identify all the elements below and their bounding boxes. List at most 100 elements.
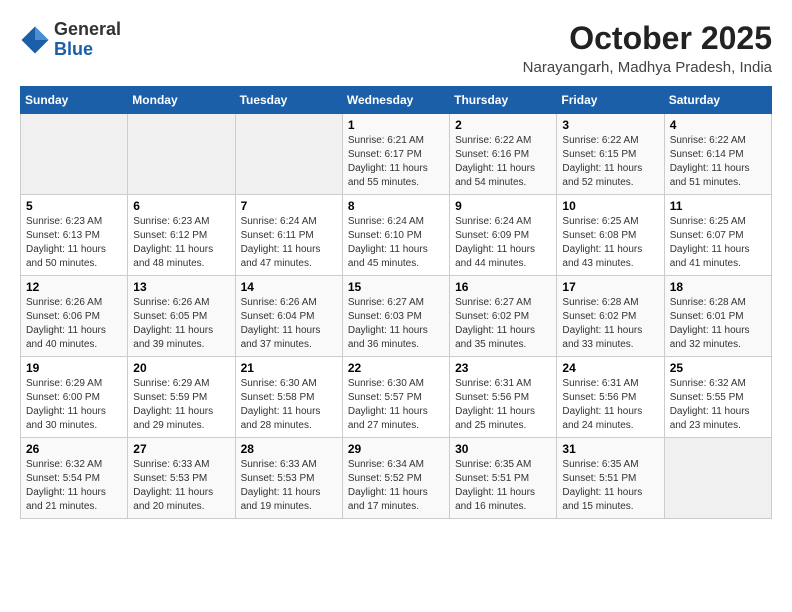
location: Narayangarh, Madhya Pradesh, India [523,59,772,76]
day-number: 3 [562,118,658,132]
day-number: 20 [133,361,229,375]
day-info: Sunrise: 6:34 AMSunset: 5:52 PMDaylight:… [348,458,444,514]
day-number: 9 [455,199,551,213]
logo-icon [20,25,50,55]
week-row-1: 5Sunrise: 6:23 AMSunset: 6:13 PMDaylight… [21,195,772,276]
day-info: Sunrise: 6:30 AMSunset: 5:58 PMDaylight:… [241,377,337,433]
day-info: Sunrise: 6:27 AMSunset: 6:02 PMDaylight:… [455,296,551,352]
title-block: October 2025 Narayangarh, Madhya Pradesh… [523,20,772,76]
page-header: General Blue October 2025 Narayangarh, M… [20,20,772,76]
day-info: Sunrise: 6:31 AMSunset: 5:56 PMDaylight:… [455,377,551,433]
dow-friday: Friday [557,87,664,114]
day-cell: 8Sunrise: 6:24 AMSunset: 6:10 PMDaylight… [342,195,449,276]
day-info: Sunrise: 6:25 AMSunset: 6:08 PMDaylight:… [562,215,658,271]
day-info: Sunrise: 6:28 AMSunset: 6:02 PMDaylight:… [562,296,658,352]
day-info: Sunrise: 6:32 AMSunset: 5:55 PMDaylight:… [670,377,766,433]
day-cell: 3 Sunrise: 6:22 AMSunset: 6:15 PMDaylight… [557,114,664,195]
day-cell: 14 Sunrise: 6:26 AMSunset: 6:04 PMDayligh… [235,276,342,357]
day-number: 15 [348,280,444,294]
day-number: 7 [241,199,337,213]
day-number: 17 [562,280,658,294]
calendar-body: 1Sunrise: 6:21 AMSunset: 6:17 PMDaylight… [21,114,772,519]
day-info: Sunrise: 6:33 AMSunset: 5:53 PMDaylight:… [133,458,229,514]
day-cell: 11Sunrise: 6:25 AMSunset: 6:07 PMDayligh… [664,195,771,276]
dow-thursday: Thursday [450,87,557,114]
day-cell: 17 Sunrise: 6:28 AMSunset: 6:02 PMDayligh… [557,276,664,357]
day-number: 25 [670,361,766,375]
day-cell: 19 Sunrise: 6:29 AMSunset: 6:00 PMDayligh… [21,357,128,438]
day-info: Sunrise: 6:23 AMSunset: 6:12 PMDaylight:… [133,215,229,271]
day-cell: 10 Sunrise: 6:25 AMSunset: 6:08 PMDayligh… [557,195,664,276]
day-cell: 12Sunrise: 6:26 AMSunset: 6:06 PMDayligh… [21,276,128,357]
week-row-2: 12Sunrise: 6:26 AMSunset: 6:06 PMDayligh… [21,276,772,357]
calendar-table: SundayMondayTuesdayWednesdayThursdayFrid… [20,86,772,519]
day-info: Sunrise: 6:31 AMSunset: 5:56 PMDaylight:… [562,377,658,433]
day-cell: 18 Sunrise: 6:28 AMSunset: 6:01 PMDayligh… [664,276,771,357]
day-cell: 15 Sunrise: 6:27 AMSunset: 6:03 PMDayligh… [342,276,449,357]
day-cell: 6 Sunrise: 6:23 AMSunset: 6:12 PMDaylight… [128,195,235,276]
day-info: Sunrise: 6:28 AMSunset: 6:01 PMDaylight:… [670,296,766,352]
day-number: 13 [133,280,229,294]
day-cell: 24 Sunrise: 6:31 AMSunset: 5:56 PMDayligh… [557,357,664,438]
week-row-3: 19 Sunrise: 6:29 AMSunset: 6:00 PMDayligh… [21,357,772,438]
day-cell: 2 Sunrise: 6:22 AMSunset: 6:16 PMDaylight… [450,114,557,195]
day-number: 26 [26,442,122,456]
day-cell: 26Sunrise: 6:32 AMSunset: 5:54 PMDayligh… [21,438,128,519]
day-info: Sunrise: 6:30 AMSunset: 5:57 PMDaylight:… [348,377,444,433]
day-cell: 4Sunrise: 6:22 AMSunset: 6:14 PMDaylight… [664,114,771,195]
month-year: October 2025 [523,20,772,57]
day-info: Sunrise: 6:24 AMSunset: 6:09 PMDaylight:… [455,215,551,271]
day-number: 31 [562,442,658,456]
day-number: 27 [133,442,229,456]
day-cell: 22 Sunrise: 6:30 AMSunset: 5:57 PMDayligh… [342,357,449,438]
dow-sunday: Sunday [21,87,128,114]
day-cell: 27 Sunrise: 6:33 AMSunset: 5:53 PMDayligh… [128,438,235,519]
day-number: 10 [562,199,658,213]
day-cell: 30 Sunrise: 6:35 AMSunset: 5:51 PMDayligh… [450,438,557,519]
day-info: Sunrise: 6:33 AMSunset: 5:53 PMDaylight:… [241,458,337,514]
day-cell: 9 Sunrise: 6:24 AMSunset: 6:09 PMDaylight… [450,195,557,276]
day-cell [128,114,235,195]
day-number: 28 [241,442,337,456]
day-info: Sunrise: 6:24 AMSunset: 6:11 PMDaylight:… [241,215,337,271]
day-info: Sunrise: 6:22 AMSunset: 6:15 PMDaylight:… [562,134,658,190]
day-info: Sunrise: 6:29 AMSunset: 5:59 PMDaylight:… [133,377,229,433]
day-info: Sunrise: 6:35 AMSunset: 5:51 PMDaylight:… [455,458,551,514]
day-cell [664,438,771,519]
day-cell [235,114,342,195]
day-cell: 23Sunrise: 6:31 AMSunset: 5:56 PMDayligh… [450,357,557,438]
day-number: 8 [348,199,444,213]
day-cell: 21Sunrise: 6:30 AMSunset: 5:58 PMDayligh… [235,357,342,438]
day-number: 24 [562,361,658,375]
day-info: Sunrise: 6:27 AMSunset: 6:03 PMDaylight:… [348,296,444,352]
day-number: 29 [348,442,444,456]
day-cell: 25 Sunrise: 6:32 AMSunset: 5:55 PMDayligh… [664,357,771,438]
dow-saturday: Saturday [664,87,771,114]
day-number: 12 [26,280,122,294]
dow-monday: Monday [128,87,235,114]
day-number: 2 [455,118,551,132]
day-cell [21,114,128,195]
day-cell: 20 Sunrise: 6:29 AMSunset: 5:59 PMDayligh… [128,357,235,438]
day-info: Sunrise: 6:35 AMSunset: 5:51 PMDaylight:… [562,458,658,514]
day-cell: 5Sunrise: 6:23 AMSunset: 6:13 PMDaylight… [21,195,128,276]
day-info: Sunrise: 6:26 AMSunset: 6:04 PMDaylight:… [241,296,337,352]
day-number: 22 [348,361,444,375]
day-number: 6 [133,199,229,213]
day-cell: 7 Sunrise: 6:24 AMSunset: 6:11 PMDaylight… [235,195,342,276]
day-number: 11 [670,199,766,213]
day-info: Sunrise: 6:29 AMSunset: 6:00 PMDaylight:… [26,377,122,433]
day-number: 30 [455,442,551,456]
day-number: 4 [670,118,766,132]
day-cell: 29 Sunrise: 6:34 AMSunset: 5:52 PMDayligh… [342,438,449,519]
dow-tuesday: Tuesday [235,87,342,114]
days-of-week-row: SundayMondayTuesdayWednesdayThursdayFrid… [21,87,772,114]
day-info: Sunrise: 6:21 AMSunset: 6:17 PMDaylight:… [348,134,444,190]
day-number: 18 [670,280,766,294]
day-number: 19 [26,361,122,375]
week-row-0: 1Sunrise: 6:21 AMSunset: 6:17 PMDaylight… [21,114,772,195]
day-number: 16 [455,280,551,294]
day-number: 14 [241,280,337,294]
day-info: Sunrise: 6:22 AMSunset: 6:16 PMDaylight:… [455,134,551,190]
day-number: 5 [26,199,122,213]
